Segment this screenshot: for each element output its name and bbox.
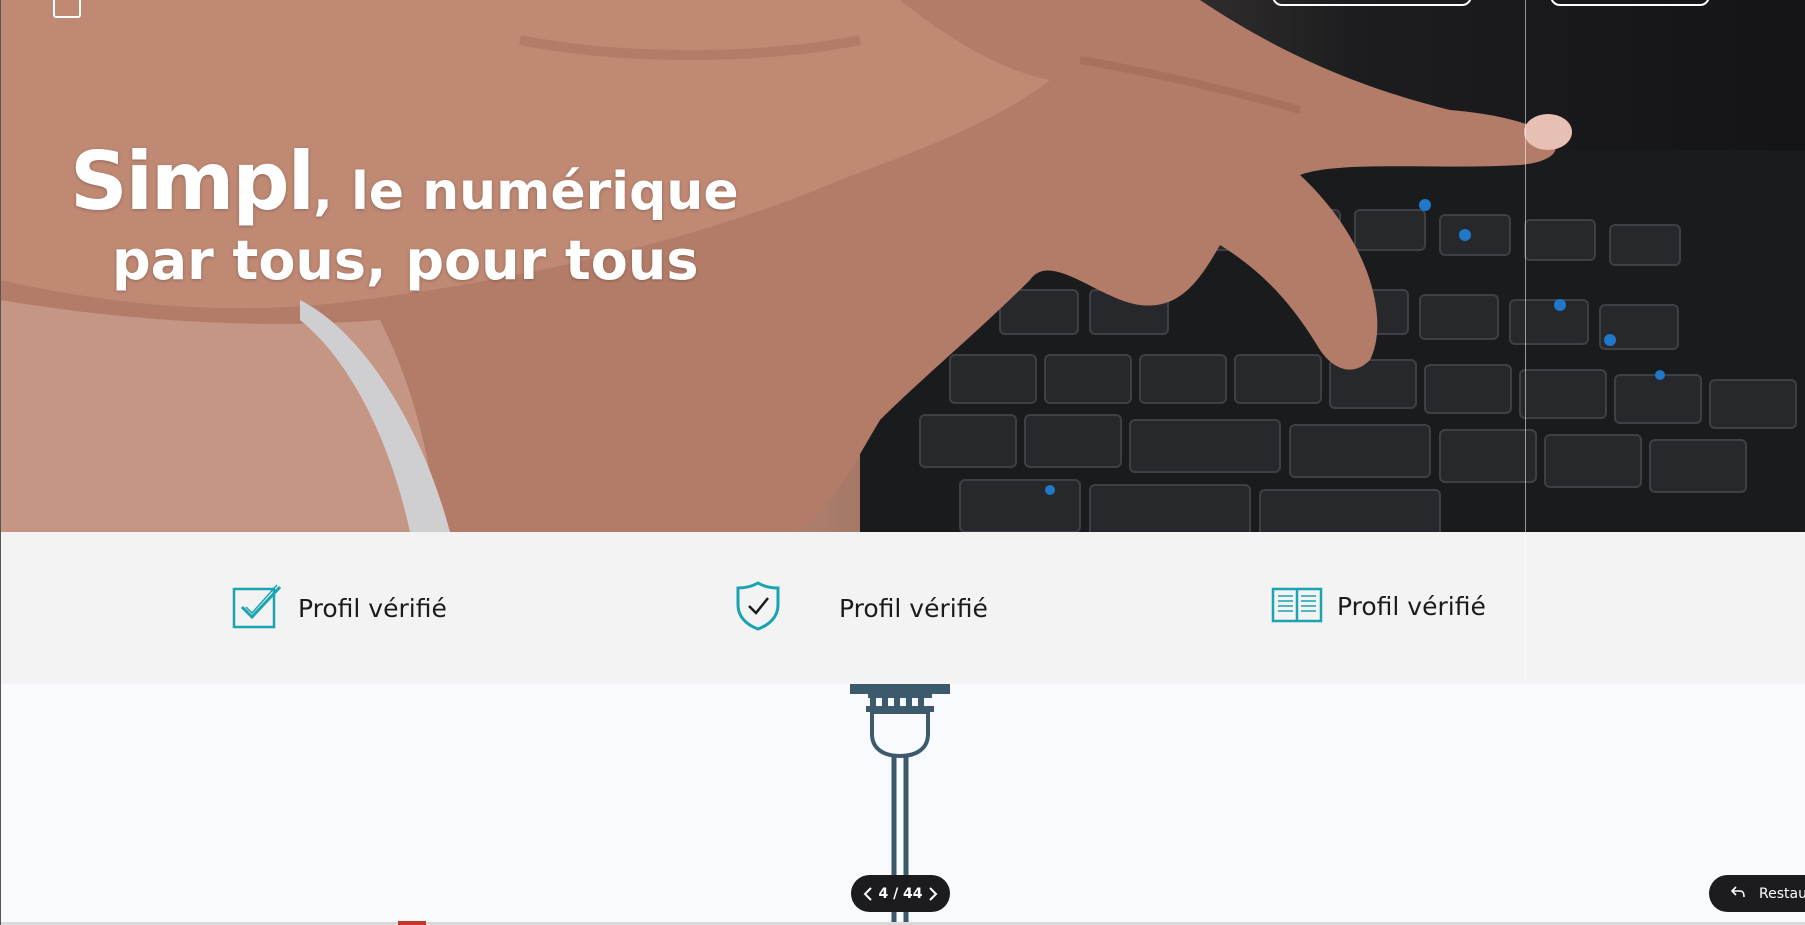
top-nav-button-1[interactable]: [1272, 0, 1472, 6]
chevron-right-icon[interactable]: [926, 886, 940, 901]
hero-headline: Simpl, le numérique par tous, pour tous: [70, 142, 739, 288]
features-band: Profil vérifié Profil vérifié Profil vér…: [0, 532, 1805, 684]
shield-check-icon: [735, 581, 781, 635]
checkbox-check-icon: [232, 583, 284, 633]
feature-label: Profil vérifié: [839, 593, 988, 623]
headline-tagline: , le numérique: [313, 162, 739, 222]
undo-arrow-icon: [1730, 885, 1745, 902]
slide-guide-line: [1525, 0, 1526, 684]
restore-label: Restaurer: [1759, 885, 1805, 902]
slide-pager: 4 / 44: [851, 875, 950, 912]
headline-subline: par tous, pour tous: [112, 229, 699, 292]
feature-label: Profil vérifié: [1337, 591, 1486, 621]
chevron-left-icon[interactable]: [861, 886, 875, 901]
restore-button[interactable]: Restaurer: [1709, 875, 1805, 912]
feature-item: Profil vérifié: [1271, 530, 1486, 682]
feature-item: Profil vérifié: [232, 532, 447, 684]
red-marker: [398, 921, 426, 925]
brand-name: Simpl: [70, 135, 315, 228]
feature-label: Profil vérifié: [298, 593, 447, 623]
frame-left-border: [0, 0, 1, 925]
menu-icon[interactable]: [53, 0, 81, 18]
open-book-icon: [1271, 585, 1323, 627]
presentation-frame: Simpl, le numérique par tous, pour tous …: [0, 0, 1805, 925]
hero-banner: Simpl, le numérique par tous, pour tous: [0, 0, 1805, 532]
feature-item: Profil vérifié: [735, 532, 988, 684]
top-nav-button-2[interactable]: [1550, 0, 1710, 6]
page-indicator: 4 / 44: [878, 885, 923, 902]
